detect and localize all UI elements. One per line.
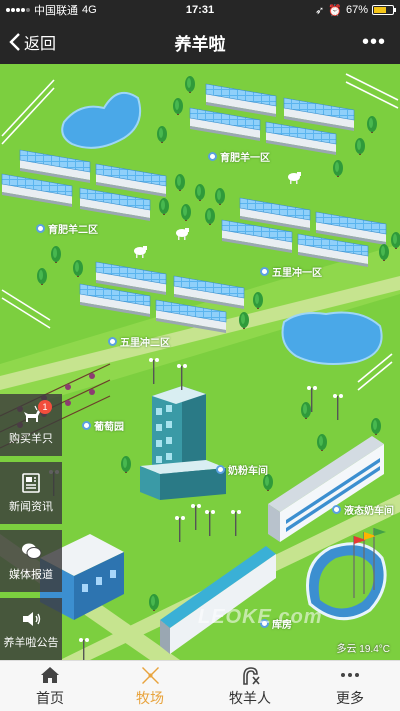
network-label: 4G	[82, 4, 97, 16]
zone-vineyard[interactable]: 葡萄园	[82, 418, 124, 433]
map-pin-icon	[208, 152, 217, 161]
zone-fattening-sheep-2[interactable]: 育肥羊二区	[36, 221, 98, 236]
tab-ranch[interactable]: 牧场	[100, 661, 200, 711]
zone-liquid-milk-workshop[interactable]: 液态奶车间	[332, 502, 394, 517]
chevron-left-icon	[9, 33, 20, 51]
side-item-label: 养羊啦公告	[3, 637, 59, 649]
side-item-label: 购买羊只	[9, 433, 53, 445]
battery-percent: 67%	[345, 4, 368, 16]
side-item-label: 新闻资讯	[9, 501, 53, 513]
notification-badge: 1	[38, 400, 52, 414]
more-icon	[341, 673, 359, 677]
map-pin-icon	[82, 421, 91, 430]
tab-bar: 首页 牧场 牧羊人 更多	[0, 660, 400, 711]
news-button[interactable]: 新闻资讯	[0, 462, 62, 524]
buy-sheep-button[interactable]: 1 购买羊只	[0, 394, 62, 456]
zone-wulichong-1[interactable]: 五里冲一区	[260, 264, 322, 279]
map-pin-icon	[108, 337, 117, 346]
zone-fattening-sheep-1[interactable]: 育肥羊一区	[208, 149, 270, 164]
newspaper-icon	[22, 473, 40, 493]
status-bar: 中国联通 4G 17:31 ➶ ⏰ 67%	[0, 0, 400, 20]
map-pin-icon	[260, 267, 269, 276]
home-icon	[41, 667, 59, 683]
zone-wulichong-2[interactable]: 五里冲二区	[108, 334, 170, 349]
signal-icon	[6, 8, 30, 12]
watermark: LEOKE.com	[198, 606, 323, 628]
speaker-icon	[23, 612, 41, 626]
nav-bar: 返回 养羊啦 •••	[0, 20, 400, 64]
location-icon: ➶	[315, 4, 325, 17]
alarm-icon: ⏰	[328, 4, 342, 17]
chat-icon	[22, 543, 42, 559]
carrier-label: 中国联通	[34, 5, 78, 17]
ranch-map[interactable]: 育肥羊一区 育肥羊二区 五里冲一区 五里冲二区 葡萄园 奶粉车间 液态奶车间 库…	[0, 64, 400, 660]
tab-shepherd[interactable]: 牧羊人	[200, 661, 300, 711]
media-reports-button[interactable]: 媒体报道	[0, 530, 62, 592]
tab-home[interactable]: 首页	[0, 661, 100, 711]
back-button[interactable]: 返回	[0, 30, 100, 54]
map-pin-icon	[332, 505, 341, 514]
zone-milk-powder-workshop[interactable]: 奶粉车间	[216, 462, 268, 477]
status-time: 17:31	[185, 4, 215, 16]
announcement-button[interactable]: 养羊啦公告	[0, 598, 62, 660]
weather-info: 多云 19.4°C	[336, 644, 390, 655]
shepherd-icon	[243, 667, 260, 685]
side-menu: 1 购买羊只 新闻资讯 媒体报道 养羊啦公告	[0, 394, 62, 660]
windmill-icon	[142, 667, 159, 684]
page-title: 养羊啦	[174, 34, 226, 54]
side-item-label: 媒体报道	[9, 569, 53, 581]
map-pin-icon	[216, 465, 225, 474]
battery-icon	[372, 5, 396, 15]
map-pin-icon	[36, 224, 45, 233]
tab-more[interactable]: 更多	[300, 661, 400, 711]
back-label: 返回	[24, 36, 57, 53]
more-options-button[interactable]: •••	[300, 31, 400, 54]
